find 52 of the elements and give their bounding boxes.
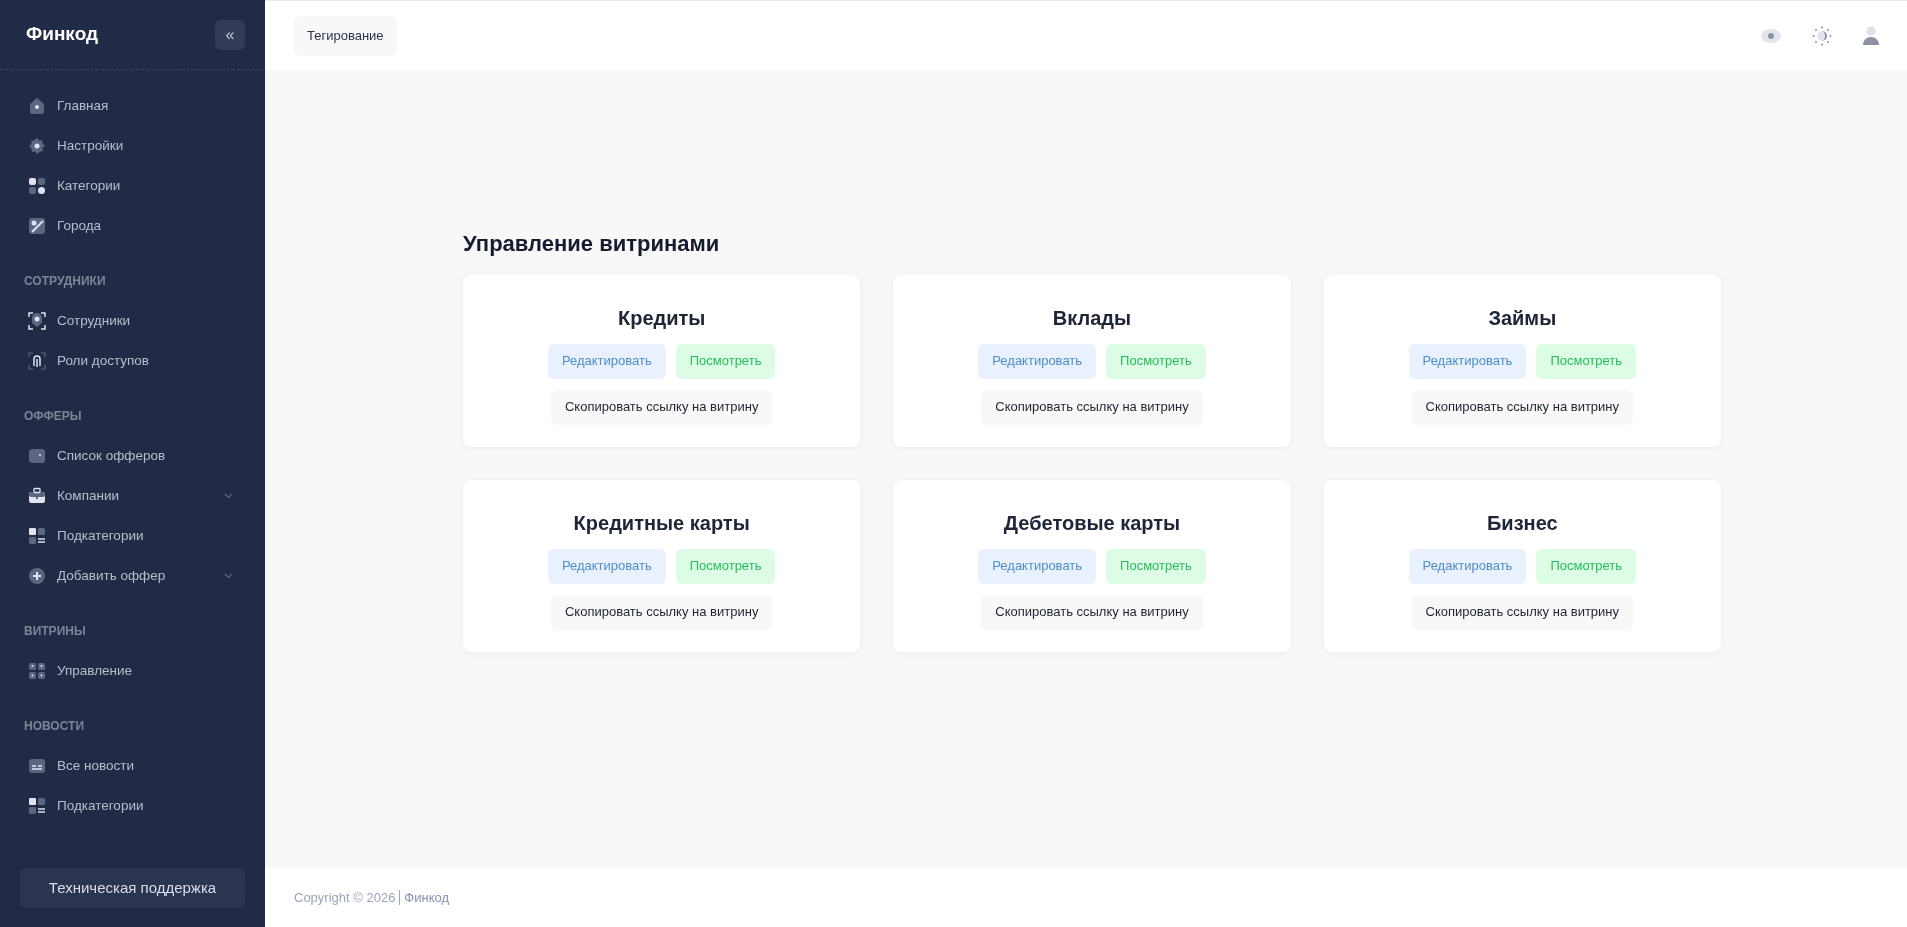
card-title: Займы [1488,305,1557,331]
nav-item[interactable]: Добавить оффер [0,556,265,596]
home-icon [28,97,46,115]
nav-item[interactable]: Главная [0,86,265,126]
copy-link-button[interactable]: Скопировать ссылку на витрину [981,389,1203,425]
card-title: Кредиты [617,305,706,331]
grid-icon [28,662,46,680]
nav-item[interactable]: Управление [0,651,265,691]
card-title: Кредитные карты [573,510,750,536]
nav-item[interactable]: Компании [0,476,265,516]
section-heading: ОФФЕРЫ [24,408,82,425]
card-title: Вклады [1052,305,1132,331]
copy-link-button[interactable]: Скопировать ссылку на витрину [550,594,773,630]
logo: Финкод [26,22,99,47]
eye-icon[interactable] [1761,28,1781,43]
nav-item[interactable]: Города [0,206,265,246]
copy-link-button[interactable]: Скопировать ссылку на витрину [550,389,773,425]
chevron-down-icon [224,493,233,499]
card-title: Дебетовые карты [1003,510,1181,536]
gear-icon [28,137,46,155]
nav-item[interactable]: Настройки [0,126,265,166]
section-heading: СОТРУДНИКИ [24,273,106,290]
chevron-down-icon [224,573,233,579]
copy-link-button[interactable]: Скопировать ссылку на витрину [1411,389,1634,425]
plus-circle-icon [28,567,46,585]
page-title: Управление витринами [463,229,721,258]
nav-item[interactable]: Все новости [0,746,265,786]
card-title: Бизнес [1487,510,1558,536]
nav-item[interactable]: Категории [0,166,265,206]
briefcase-icon [28,487,46,505]
wallet-icon [28,447,46,465]
collapse-button[interactable]: « [215,19,245,50]
list-grid-icon [28,527,46,545]
face-scan-icon [28,312,46,330]
nav-item[interactable]: Подкатегории [0,516,265,556]
section-heading: ВИТРИНЫ [24,623,86,640]
newspaper-icon [28,757,46,775]
list-grid-icon [28,797,46,815]
nav-item[interactable]: Список офферов [0,436,265,476]
nav-item[interactable]: Подкатегории [0,786,265,826]
user-icon[interactable] [1863,26,1879,45]
support-button[interactable]: Техническая поддержка [20,868,245,908]
copy-link-button[interactable]: Скопировать ссылку на витрину [981,594,1203,630]
copyright-text: Copyright © 2026 [294,888,396,907]
nav-item[interactable]: Роли доступов [0,341,265,381]
fingerprint-icon [28,352,46,370]
copy-link-button[interactable]: Скопировать ссылку на витрину [1411,594,1634,630]
tag-button[interactable]: Тегирование [294,15,397,56]
section-heading: НОВОСТИ [24,718,85,735]
theme-toggle-icon[interactable] [1812,25,1832,46]
category-grid-icon [28,177,46,195]
nav-item[interactable]: Сотрудники [0,301,265,341]
